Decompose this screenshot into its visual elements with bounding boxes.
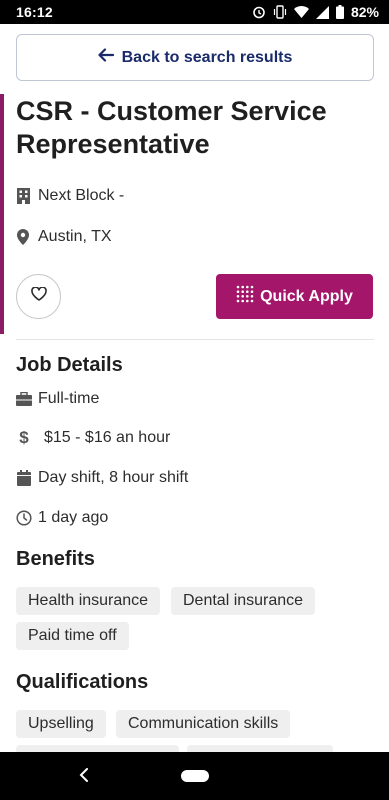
- map-pin-icon: [16, 229, 30, 245]
- benefit-chip: Health insurance: [16, 587, 161, 615]
- schedule-row: Day shift, 8 hour shift: [16, 469, 188, 487]
- benefits-heading: Benefits: [16, 548, 95, 570]
- qualification-chip-partial: [16, 745, 179, 752]
- vibrate-icon: [273, 5, 287, 19]
- qualification-chip: Communication skills: [116, 710, 291, 738]
- building-icon: [16, 188, 30, 204]
- battery-level: 82%: [350, 4, 379, 20]
- job-title: CSR - Customer Service Representative: [16, 96, 327, 159]
- system-nav-bar: [0, 752, 389, 800]
- schedule: Day shift, 8 hour shift: [38, 469, 189, 486]
- clock-icon: [16, 510, 32, 526]
- back-to-search-label: Back to search results: [121, 48, 293, 66]
- company-row: Next Block -: [16, 187, 124, 205]
- job-type-row: Full-time: [16, 390, 99, 408]
- dollar-icon: $: [19, 428, 29, 447]
- benefit-chip: Dental insurance: [171, 587, 316, 615]
- nav-home-button[interactable]: [181, 770, 209, 782]
- nav-back-icon[interactable]: [79, 765, 89, 788]
- accent-bar: [0, 94, 4, 334]
- posted-row: 1 day ago: [16, 509, 108, 527]
- back-to-search-button[interactable]: Back to search results: [16, 34, 374, 81]
- alarm-icon: [252, 5, 266, 19]
- battery-icon: [335, 5, 344, 19]
- save-job-button[interactable]: [16, 274, 61, 319]
- quick-apply-button[interactable]: Quick Apply: [216, 274, 373, 319]
- grid-dots-icon: [236, 285, 254, 308]
- salary: $15 - $16 an hour: [44, 429, 171, 446]
- company-name[interactable]: Next Block -: [38, 187, 124, 205]
- divider: [16, 339, 374, 340]
- posted-date: 1 day ago: [38, 509, 109, 526]
- qualifications-heading: Qualifications: [16, 671, 149, 693]
- salary-row: $ $15 - $16 an hour: [16, 428, 171, 447]
- wifi-icon: [293, 5, 309, 19]
- arrow-left-icon: [98, 48, 114, 67]
- qualification-chip-partial: [187, 745, 333, 752]
- heart-icon: [30, 286, 47, 306]
- status-bar: 16:12 82%: [0, 0, 389, 24]
- job-location: Austin, TX: [38, 228, 112, 245]
- status-icons: 82%: [252, 4, 379, 20]
- quick-apply-label: Quick Apply: [260, 287, 353, 305]
- signal-icon: [315, 5, 329, 19]
- benefit-chip: Paid time off: [16, 622, 129, 650]
- status-time: 16:12: [16, 4, 53, 20]
- briefcase-icon: [16, 391, 32, 407]
- location-row: Austin, TX: [16, 228, 112, 246]
- calendar-icon: [16, 470, 32, 486]
- qualification-chip: Upselling: [16, 710, 106, 738]
- job-details-heading: Job Details: [16, 354, 123, 376]
- job-type: Full-time: [38, 390, 100, 407]
